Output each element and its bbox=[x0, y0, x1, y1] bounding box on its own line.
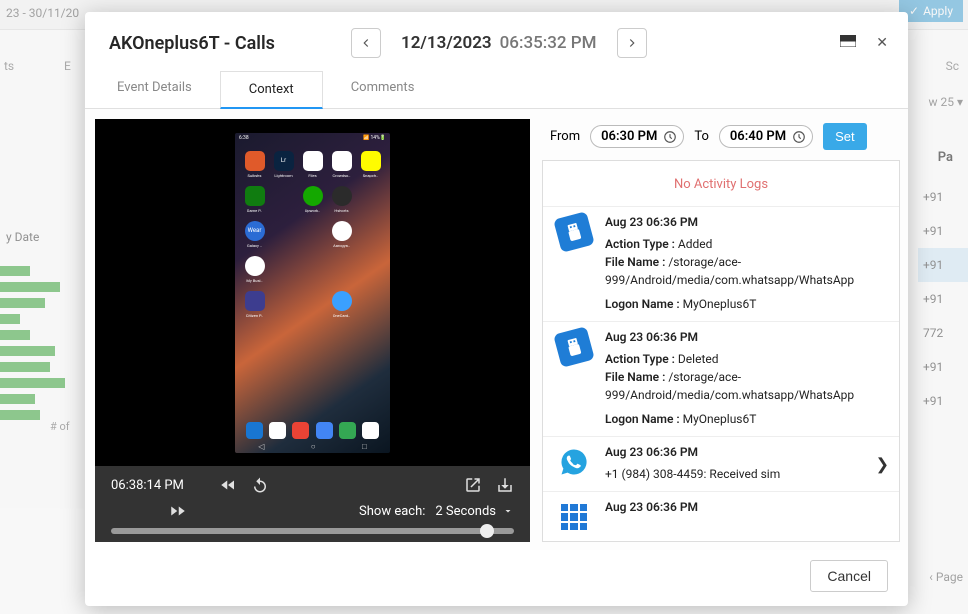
set-button[interactable]: Set bbox=[823, 123, 867, 150]
prev-button[interactable] bbox=[351, 28, 381, 58]
log-item[interactable]: Aug 23 06:36 PMAction Type : AddedFile N… bbox=[543, 206, 899, 321]
usb-icon bbox=[553, 326, 595, 368]
apply-button[interactable]: ✓ Apply bbox=[899, 0, 963, 22]
modal-header: AKOneplus6T - Calls 12/13/2023 06:35:32 … bbox=[85, 12, 908, 70]
whatsapp-icon bbox=[557, 445, 591, 479]
bg-tab-right: E bbox=[60, 55, 75, 77]
show-each-label: Show each: bbox=[359, 504, 425, 519]
popout-icon[interactable] bbox=[464, 476, 482, 494]
bg-xaxis: # of bbox=[50, 420, 70, 433]
log-item[interactable]: Aug 23 06:36 PM bbox=[543, 491, 899, 542]
bg-date-range: 23 - 30/11/20 bbox=[6, 6, 79, 20]
no-activity-message: No Activity Logs bbox=[543, 171, 899, 206]
download-icon[interactable] bbox=[496, 476, 514, 494]
close-icon[interactable]: ✕ bbox=[876, 35, 888, 51]
bg-col-header: Pa bbox=[938, 150, 953, 165]
event-modal: AKOneplus6T - Calls 12/13/2023 06:35:32 … bbox=[85, 12, 908, 606]
event-datetime: 12/13/2023 06:35:32 PM bbox=[401, 33, 597, 53]
bg-by-date: y Date bbox=[6, 230, 39, 244]
from-time-input[interactable]: 06:30 PM bbox=[590, 125, 684, 148]
to-time-input[interactable]: 06:40 PM bbox=[719, 125, 813, 148]
from-label: From bbox=[550, 129, 580, 144]
video-frame[interactable]: 6:38📶 14%🔋 SuikshsLrLightroomFilesCrowds… bbox=[95, 119, 530, 466]
bg-show-dropdown[interactable]: w 25 ▾ bbox=[929, 95, 963, 109]
phone-screenshot: 6:38📶 14%🔋 SuikshsLrLightroomFilesCrowds… bbox=[235, 133, 390, 453]
bg-phone-col: +91+91+91 +91772+91+91 bbox=[923, 180, 963, 418]
log-timestamp: Aug 23 06:36 PM bbox=[605, 445, 885, 459]
clock-icon bbox=[792, 130, 806, 144]
grid-icon bbox=[557, 500, 591, 534]
replay-icon[interactable] bbox=[251, 476, 269, 494]
chevron-right-icon[interactable]: ❯ bbox=[876, 455, 889, 474]
bg-tab-left: ts bbox=[0, 55, 18, 77]
modal-title: AKOneplus6T - Calls bbox=[109, 33, 331, 54]
to-label: To bbox=[694, 129, 709, 144]
playback-time: 06:38:14 PM bbox=[111, 478, 201, 493]
log-timestamp: Aug 23 06:36 PM bbox=[605, 215, 885, 229]
log-timestamp: Aug 23 06:36 PM bbox=[605, 500, 885, 514]
next-button[interactable] bbox=[617, 28, 647, 58]
bg-pagination[interactable]: ‹ Page bbox=[929, 570, 963, 584]
video-controls: 06:38:14 PM Show each: 2 Seconds bbox=[95, 466, 530, 542]
time-range-row: From 06:30 PM To 06:40 PM Set bbox=[542, 119, 900, 160]
tab-event-details[interactable]: Event Details bbox=[89, 70, 220, 108]
bg-bars bbox=[0, 260, 80, 426]
tab-bar: Event Details Context Comments bbox=[85, 70, 908, 109]
activity-panel: From 06:30 PM To 06:40 PM Set No Activit… bbox=[538, 119, 904, 542]
event-time: 06:35:32 PM bbox=[500, 33, 597, 53]
event-date: 12/13/2023 bbox=[401, 33, 492, 53]
forward-icon[interactable] bbox=[169, 502, 187, 520]
log-item[interactable]: Aug 23 06:36 PMAction Type : DeletedFile… bbox=[543, 321, 899, 436]
log-item[interactable]: Aug 23 06:36 PM+1 (984) 308-4459: Receiv… bbox=[543, 436, 899, 491]
tab-context[interactable]: Context bbox=[220, 71, 323, 109]
window-mode-icon[interactable] bbox=[840, 35, 856, 51]
cancel-button[interactable]: Cancel bbox=[810, 560, 888, 592]
tab-comments[interactable]: Comments bbox=[323, 70, 443, 108]
bg-tab-sc: Sc bbox=[942, 55, 963, 77]
usb-icon bbox=[553, 211, 595, 253]
show-each-select[interactable]: 2 Seconds bbox=[435, 504, 514, 519]
log-timestamp: Aug 23 06:36 PM bbox=[605, 330, 885, 344]
rewind-icon[interactable] bbox=[219, 476, 237, 494]
video-slider[interactable] bbox=[111, 528, 514, 534]
clock-icon bbox=[663, 130, 677, 144]
activity-log-list[interactable]: No Activity Logs Aug 23 06:36 PMAction T… bbox=[542, 160, 900, 542]
modal-footer: Cancel bbox=[85, 550, 908, 606]
video-panel: 6:38📶 14%🔋 SuikshsLrLightroomFilesCrowds… bbox=[95, 119, 530, 542]
